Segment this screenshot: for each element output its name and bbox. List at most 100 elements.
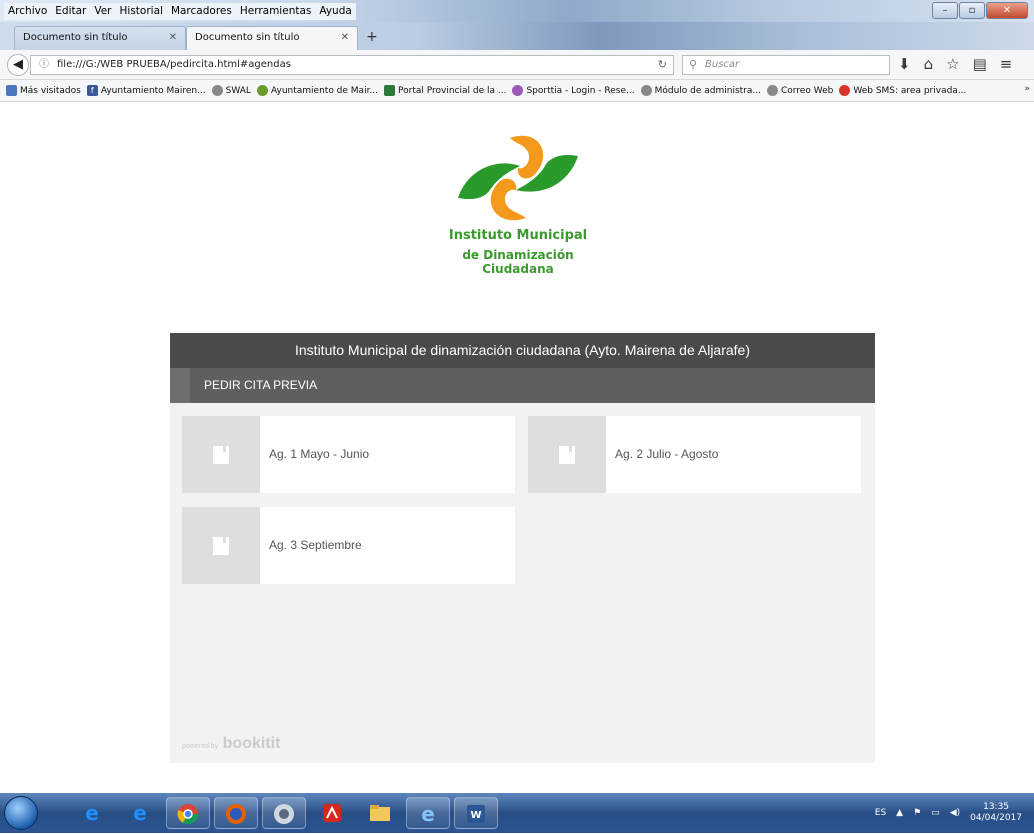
toolbar-icons: ⬇ ⌂ ☆ ▤ ≡	[898, 55, 1012, 73]
logo-text-line1: Instituto Municipal	[448, 228, 588, 243]
clock-time: 13:35	[983, 802, 1010, 812]
bookmark-item[interactable]: Módulo de administra...	[640, 85, 761, 96]
network-icon[interactable]: ▭	[931, 808, 940, 818]
taskbar: e e e W ES ▲ ⚑ ▭ ◀) 13:35 04/04/2017	[0, 793, 1034, 833]
start-button[interactable]	[4, 796, 38, 830]
bookmark-item[interactable]: f Ayuntamiento Mairen...	[86, 85, 206, 96]
file-explorer-icon[interactable]	[358, 797, 402, 829]
globe-icon	[211, 85, 223, 96]
powered-by-text: powered by	[182, 743, 219, 750]
agenda-label: Ag. 1 Mayo - Junio	[269, 447, 370, 461]
sporttia-icon	[512, 85, 524, 96]
bookmark-item[interactable]: Sporttia - Login - Rese...	[512, 85, 635, 96]
minimize-button[interactable]: –	[932, 2, 958, 19]
menu-list: Archivo Editar Ver Historial Marcadores …	[4, 3, 356, 20]
menu-herramientas[interactable]: Herramientas	[240, 3, 312, 20]
menu-hamburger-icon[interactable]: ≡	[1000, 55, 1013, 73]
tab-2-label: Documento sin título	[195, 32, 300, 43]
ie-icon[interactable]: e	[70, 797, 114, 829]
firefox-icon[interactable]	[214, 797, 258, 829]
agenda-card-1[interactable]: Ag. 1 Mayo - Junio	[182, 416, 515, 493]
clock-date: 04/04/2017	[970, 813, 1022, 823]
search-icon: ⚲	[689, 58, 698, 71]
widget-section-bar: PEDIR CITA PREVIA	[170, 368, 875, 403]
flag-icon[interactable]: ⚑	[913, 808, 921, 818]
bookmark-star-icon[interactable]: ☆	[946, 55, 959, 73]
globe-icon	[640, 85, 652, 96]
close-tab-icon[interactable]: ✕	[169, 27, 177, 49]
back-arrow-icon[interactable]: ◀	[7, 54, 29, 76]
menu-ver[interactable]: Ver	[94, 3, 111, 20]
menu-marcadores[interactable]: Marcadores	[171, 3, 232, 20]
bookmark-item[interactable]: Correo Web	[766, 85, 833, 96]
language-indicator[interactable]: ES	[875, 808, 886, 818]
ie-icon[interactable]: e	[118, 797, 162, 829]
word-logo: W	[467, 805, 485, 823]
book-icon	[559, 446, 575, 464]
navigation-bar: ◀ ⓘ file:///G:/WEB PRUEBA/pedircita.html…	[0, 50, 1034, 80]
url-text[interactable]: file:///G:/WEB PRUEBA/pedircita.html#age…	[57, 56, 291, 74]
close-tab-icon[interactable]: ✕	[341, 27, 349, 49]
tab-1-label: Documento sin título	[23, 32, 128, 43]
menu-archivo[interactable]: Archivo	[8, 3, 47, 20]
bookmark-item[interactable]: SWAL	[211, 85, 251, 96]
menu-editar[interactable]: Editar	[55, 3, 86, 20]
bookmark-item[interactable]: Web SMS: area privada...	[839, 85, 966, 96]
agenda-card-3[interactable]: Ag. 3 Septiembre	[182, 507, 515, 584]
agenda-card-2[interactable]: Ag. 2 Julio - Agosto	[528, 416, 861, 493]
home-icon[interactable]: ⌂	[924, 55, 934, 73]
close-button[interactable]: ✕	[986, 2, 1028, 19]
bookmark-folder-icon	[6, 85, 17, 96]
section-bar-accent	[170, 368, 190, 403]
folder-icon	[370, 805, 390, 821]
menu-ayuda[interactable]: Ayuda	[319, 3, 351, 20]
search-placeholder: Buscar	[705, 59, 740, 70]
chrome-logo	[177, 804, 199, 825]
app-icon[interactable]	[262, 797, 306, 829]
bookmark-item[interactable]: Ayuntamiento de Mair...	[256, 85, 378, 96]
chrome-icon[interactable]	[166, 797, 210, 829]
address-bar[interactable]: ⓘ file:///G:/WEB PRUEBA/pedircita.html#a…	[30, 55, 674, 75]
agenda-label: Ag. 3 Septiembre	[269, 538, 362, 552]
agenda-label: Ag. 2 Julio - Agosto	[615, 447, 719, 461]
tab-bar: Documento sin título ✕ Documento sin tít…	[0, 22, 1034, 50]
book-icon	[213, 446, 229, 464]
logo-text-line2: de Dinamización Ciudadana	[462, 248, 574, 276]
menu-historial[interactable]: Historial	[120, 3, 163, 20]
ie-icon[interactable]: e	[406, 797, 450, 829]
acrobat-icon[interactable]	[310, 797, 354, 829]
maximize-button[interactable]: ▫	[959, 2, 985, 19]
info-icon[interactable]: ⓘ	[39, 56, 49, 74]
volume-icon[interactable]: ◀)	[950, 808, 960, 818]
agenda-icon-box	[528, 416, 606, 493]
clock[interactable]: 13:35 04/04/2017	[970, 802, 1022, 824]
chevron-up-icon[interactable]: ▲	[896, 808, 903, 818]
section-title: PEDIR CITA PREVIA	[204, 378, 318, 392]
sun-icon	[256, 85, 268, 96]
reading-list-icon[interactable]: ▤	[973, 55, 987, 73]
search-input[interactable]: ⚲ Buscar	[682, 55, 890, 75]
firefox-logo	[226, 804, 246, 824]
reload-icon[interactable]: ↻	[658, 56, 667, 74]
bookmarks-bar: Más visitados f Ayuntamiento Mairen... SW…	[0, 80, 1034, 102]
bookmark-item[interactable]: Portal Provincial de la ...	[384, 85, 506, 96]
system-tray: ES ▲ ⚑ ▭ ◀) 13:35 04/04/2017	[875, 793, 1022, 833]
agenda-icon-box	[182, 416, 260, 493]
tab-1[interactable]: Documento sin título ✕	[14, 26, 186, 50]
pdf-icon	[323, 804, 341, 822]
agenda-icon-box	[182, 507, 260, 584]
globe-icon	[274, 804, 294, 824]
portal-icon	[384, 85, 396, 96]
bookitit-logo-text: bookitit	[222, 735, 281, 752]
tab-2-active[interactable]: Documento sin título ✕	[186, 26, 358, 50]
new-tab-icon[interactable]: +	[366, 26, 378, 48]
bookmark-item[interactable]: Más visitados	[6, 85, 81, 96]
window-controls: – ▫ ✕	[932, 2, 1028, 19]
download-icon[interactable]: ⬇	[898, 55, 911, 73]
logo-icon	[458, 135, 578, 221]
browser-window: Archivo Editar Ver Historial Marcadores …	[0, 0, 1034, 833]
more-bookmarks-icon[interactable]: »	[1024, 84, 1030, 94]
word-icon[interactable]: W	[454, 797, 498, 829]
svg-text:W: W	[470, 810, 481, 821]
powered-by-bookitit[interactable]: powered by bookitit	[182, 735, 280, 753]
